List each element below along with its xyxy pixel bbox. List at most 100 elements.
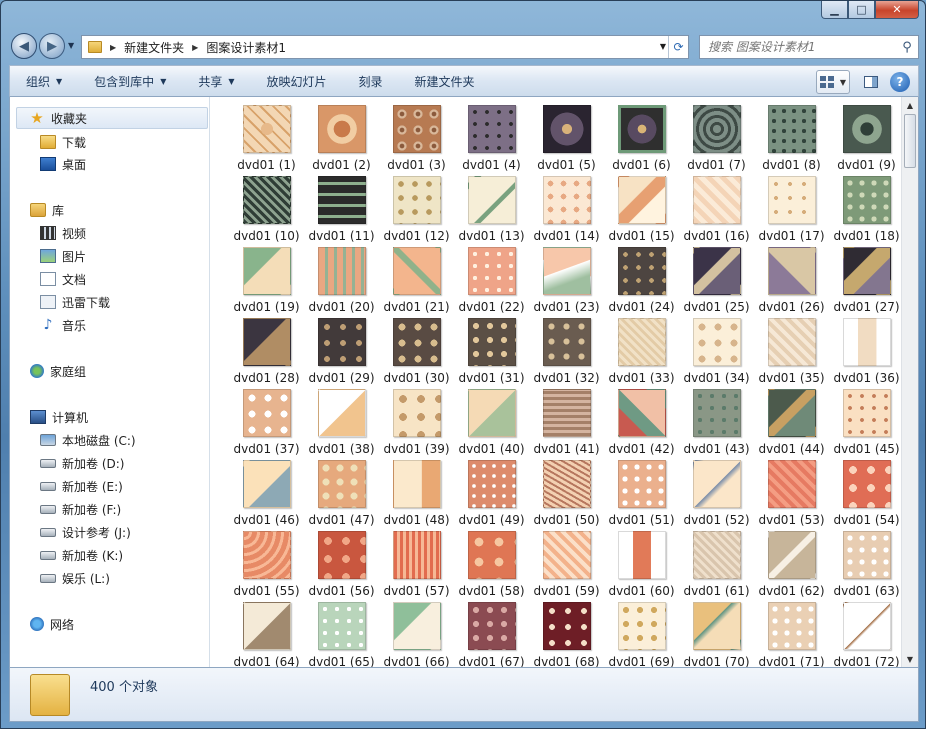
file-item[interactable]: dvd01 (2) (304, 105, 379, 176)
file-item[interactable]: dvd01 (63) (829, 531, 903, 602)
file-item[interactable]: dvd01 (3) (379, 105, 454, 176)
file-item[interactable]: dvd01 (41) (529, 389, 604, 460)
scroll-up-icon[interactable]: ▲ (902, 97, 918, 113)
file-item[interactable]: dvd01 (69) (604, 602, 679, 667)
sidebar-item-drive-l[interactable]: 娱乐 (L:) (10, 567, 209, 589)
search-box[interactable]: ⚲ (699, 35, 919, 59)
breadcrumb-new-folder[interactable]: 新建文件夹 (124, 39, 184, 56)
address-bar[interactable]: ▶ 新建文件夹 ▶ 图案设计素材1 ▼ ⟳ (81, 35, 689, 59)
file-item[interactable]: dvd01 (29) (304, 318, 379, 389)
breadcrumb-separator-icon[interactable]: ▶ (110, 43, 116, 52)
file-item[interactable]: dvd01 (70) (679, 602, 754, 667)
file-item[interactable]: dvd01 (35) (754, 318, 829, 389)
vertical-scrollbar[interactable]: ▲ ▼ (901, 97, 918, 667)
file-item[interactable]: dvd01 (57) (379, 531, 454, 602)
file-item[interactable]: dvd01 (36) (829, 318, 903, 389)
file-item[interactable]: dvd01 (62) (754, 531, 829, 602)
new-folder-button[interactable]: 新建文件夹 (399, 65, 491, 97)
sidebar-item-libraries[interactable]: 库 (10, 199, 209, 221)
refresh-icon[interactable]: ⟳ (668, 36, 688, 58)
file-item[interactable]: dvd01 (68) (529, 602, 604, 667)
help-icon[interactable]: ? (890, 72, 910, 92)
sidebar-item-drive-k[interactable]: 新加卷 (K:) (10, 544, 209, 566)
preview-pane-button[interactable] (860, 71, 882, 93)
close-button[interactable]: ✕ (875, 1, 919, 19)
sidebar-item-network[interactable]: 网络 (10, 613, 209, 635)
file-item[interactable]: dvd01 (1) (229, 105, 304, 176)
file-item[interactable]: dvd01 (5) (529, 105, 604, 176)
slideshow-button[interactable]: 放映幻灯片 (251, 65, 343, 97)
sidebar-item-desktop[interactable]: 桌面 (10, 153, 209, 175)
breadcrumb-separator-icon[interactable]: ▶ (192, 43, 198, 52)
file-item[interactable]: dvd01 (13) (454, 176, 529, 247)
sidebar-item-computer[interactable]: 计算机 (10, 406, 209, 428)
file-item[interactable]: dvd01 (12) (379, 176, 454, 247)
file-item[interactable]: dvd01 (64) (229, 602, 304, 667)
file-item[interactable]: dvd01 (26) (754, 247, 829, 318)
sidebar-item-drive-j[interactable]: 设计参考 (J:) (10, 521, 209, 543)
file-item[interactable]: dvd01 (59) (529, 531, 604, 602)
file-item[interactable]: dvd01 (40) (454, 389, 529, 460)
maximize-button[interactable]: □ (848, 1, 875, 19)
file-item[interactable]: dvd01 (65) (304, 602, 379, 667)
file-item[interactable]: dvd01 (53) (754, 460, 829, 531)
sidebar-item-drive-e[interactable]: 新加卷 (E:) (10, 475, 209, 497)
sidebar-item-drive-d[interactable]: 新加卷 (D:) (10, 452, 209, 474)
back-button[interactable]: ◀ (11, 33, 37, 59)
file-item[interactable]: dvd01 (67) (454, 602, 529, 667)
sidebar-item-xunlei[interactable]: 迅雷下载 (10, 291, 209, 313)
file-item[interactable]: dvd01 (32) (529, 318, 604, 389)
file-item[interactable]: dvd01 (18) (829, 176, 903, 247)
file-item[interactable]: dvd01 (48) (379, 460, 454, 531)
file-item[interactable]: dvd01 (34) (679, 318, 754, 389)
organize-menu[interactable]: 组织 ▼ (10, 65, 78, 97)
file-item[interactable]: dvd01 (46) (229, 460, 304, 531)
minimize-button[interactable]: ▁ (821, 1, 848, 19)
file-item[interactable]: dvd01 (55) (229, 531, 304, 602)
file-item[interactable]: dvd01 (24) (604, 247, 679, 318)
include-in-library-menu[interactable]: 包含到库中 ▼ (78, 65, 182, 97)
file-item[interactable]: dvd01 (72) (829, 602, 903, 667)
file-item[interactable]: dvd01 (23) (529, 247, 604, 318)
file-item[interactable]: dvd01 (38) (304, 389, 379, 460)
file-item[interactable]: dvd01 (47) (304, 460, 379, 531)
file-item[interactable]: dvd01 (19) (229, 247, 304, 318)
file-item[interactable]: dvd01 (54) (829, 460, 903, 531)
address-dropdown-icon[interactable]: ▼ (660, 42, 666, 51)
file-item[interactable]: dvd01 (21) (379, 247, 454, 318)
file-item[interactable]: dvd01 (60) (604, 531, 679, 602)
search-input[interactable] (708, 40, 896, 54)
sidebar-item-music[interactable]: ♪ 音乐 (10, 314, 209, 336)
file-item[interactable]: dvd01 (39) (379, 389, 454, 460)
file-item[interactable]: dvd01 (25) (679, 247, 754, 318)
sidebar-item-videos[interactable]: 视频 (10, 222, 209, 244)
file-item[interactable]: dvd01 (9) (829, 105, 903, 176)
file-item[interactable]: dvd01 (51) (604, 460, 679, 531)
file-item[interactable]: dvd01 (44) (754, 389, 829, 460)
file-item[interactable]: dvd01 (17) (754, 176, 829, 247)
file-item[interactable]: dvd01 (42) (604, 389, 679, 460)
sidebar-item-downloads[interactable]: 下载 (10, 131, 209, 153)
file-item[interactable]: dvd01 (58) (454, 531, 529, 602)
scroll-thumb[interactable] (904, 114, 916, 168)
burn-button[interactable]: 刻录 (343, 65, 399, 97)
file-item[interactable]: dvd01 (6) (604, 105, 679, 176)
file-item[interactable]: dvd01 (30) (379, 318, 454, 389)
file-item[interactable]: dvd01 (8) (754, 105, 829, 176)
file-item[interactable]: dvd01 (49) (454, 460, 529, 531)
file-item[interactable]: dvd01 (71) (754, 602, 829, 667)
file-item[interactable]: dvd01 (56) (304, 531, 379, 602)
recent-pages-dropdown[interactable]: ▼ (68, 41, 78, 53)
search-icon[interactable]: ⚲ (896, 40, 918, 55)
file-item[interactable]: dvd01 (4) (454, 105, 529, 176)
file-item[interactable]: dvd01 (15) (604, 176, 679, 247)
file-item[interactable]: dvd01 (45) (829, 389, 903, 460)
file-item[interactable]: dvd01 (10) (229, 176, 304, 247)
file-item[interactable]: dvd01 (20) (304, 247, 379, 318)
sidebar-item-drive-f[interactable]: 新加卷 (F:) (10, 498, 209, 520)
file-item[interactable]: dvd01 (27) (829, 247, 903, 318)
sidebar-item-favorites[interactable]: ★ 收藏夹 (16, 107, 208, 129)
file-item[interactable]: dvd01 (28) (229, 318, 304, 389)
file-item[interactable]: dvd01 (66) (379, 602, 454, 667)
file-item[interactable]: dvd01 (33) (604, 318, 679, 389)
